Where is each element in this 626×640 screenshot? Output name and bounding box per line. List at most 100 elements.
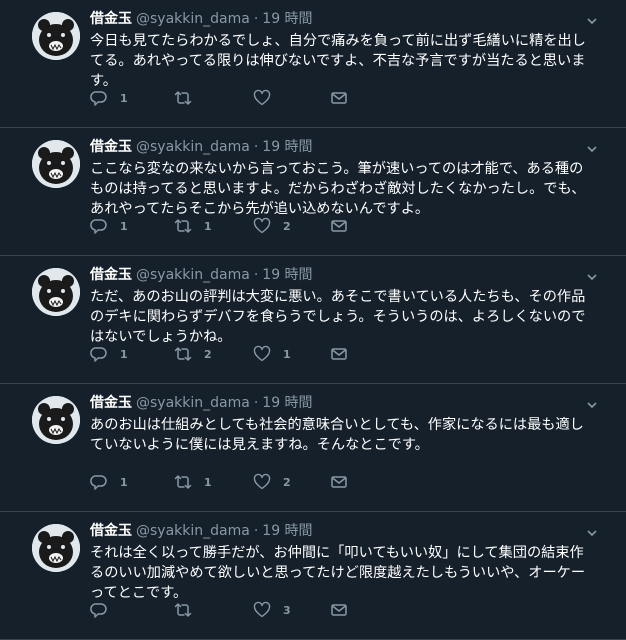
heart-icon [253, 601, 271, 618]
timestamp[interactable]: 19 時間 [262, 523, 312, 539]
tweet-content: 借金玉 @syakkin_dama · 19 時間 あのお山は仕組みとしても社会的意味… [90, 394, 595, 455]
tweet[interactable]: 借金玉 @syakkin_dama · 19 時間 ここなら変なの来ないから言っておこ… [0, 128, 626, 256]
reply-icon [90, 603, 107, 618]
reply-count: 1 [120, 91, 128, 105]
tweet-actions: 1 1 2 [90, 472, 390, 492]
like-count: 2 [283, 475, 291, 489]
separator-dot: · [253, 395, 259, 411]
timestamp[interactable]: 19 時間 [262, 11, 312, 27]
retweet-button[interactable] [174, 600, 204, 620]
like-button[interactable]: 3 [253, 600, 291, 620]
separator-dot: · [253, 267, 259, 283]
tweet-actions: 1 2 1 [90, 344, 390, 364]
dm-button[interactable] [330, 472, 348, 492]
reply-icon [90, 91, 107, 106]
tweet-text: ここなら変なの来ないから言っておこう。筆が速いってのは才能で、ある種のものは持っ… [90, 161, 586, 217]
like-count: 2 [283, 219, 291, 233]
envelope-icon [331, 92, 347, 104]
tweet[interactable]: 借金玉 @syakkin_dama · 19 時間 今日も見てたらわかるでしょ、自分で… [0, 0, 626, 128]
avatar[interactable] [32, 268, 80, 316]
retweet-button[interactable]: 1 [174, 472, 212, 492]
reply-button[interactable] [90, 600, 120, 620]
tweet-feed: 借金玉 @syakkin_dama · 19 時間 今日も見てたらわかるでしょ、自分で… [0, 0, 626, 640]
like-count: 3 [283, 603, 291, 617]
tweet-content: 借金玉 @syakkin_dama · 19 時間 ただ、あのお山の評判は大変に悪い。… [90, 266, 595, 347]
tweet-header: 借金玉 @syakkin_dama · 19 時間 [90, 522, 595, 540]
retweet-button[interactable]: 1 [174, 216, 212, 236]
tweet-actions: 1 1 2 [90, 216, 390, 236]
tweet-menu-caret[interactable] [586, 12, 598, 25]
tweet-text: それは全く以って勝手だが、お仲間に「叩いてもいい奴」にして集団の結束作るのいい加… [90, 545, 586, 601]
tweet[interactable]: 借金玉 @syakkin_dama · 19 時間 それは全く以って勝手だが、お仲間に… [0, 512, 626, 640]
like-button[interactable]: 2 [253, 216, 291, 236]
bear-avatar-icon [32, 140, 80, 188]
tweet-actions: 3 [90, 600, 390, 620]
author-handle[interactable]: @syakkin_dama [136, 267, 250, 283]
like-button[interactable]: 2 [253, 472, 291, 492]
tweet-menu-caret[interactable] [586, 396, 598, 409]
reply-icon [90, 219, 107, 234]
avatar[interactable] [32, 396, 80, 444]
author-handle[interactable]: @syakkin_dama [136, 11, 250, 27]
retweet-button[interactable]: 2 [174, 344, 212, 364]
tweet-header: 借金玉 @syakkin_dama · 19 時間 [90, 266, 595, 284]
reply-icon [90, 347, 107, 362]
timestamp[interactable]: 19 時間 [262, 267, 312, 283]
retweet-count: 2 [204, 347, 212, 361]
reply-count: 1 [120, 475, 128, 489]
author-name[interactable]: 借金玉 [90, 11, 132, 27]
retweet-icon [174, 347, 192, 361]
reply-button[interactable]: 1 [90, 472, 128, 492]
tweet-header: 借金玉 @syakkin_dama · 19 時間 [90, 10, 595, 28]
avatar[interactable] [32, 12, 80, 60]
tweet-menu-caret[interactable] [586, 524, 598, 537]
reply-icon [90, 475, 107, 490]
dm-button[interactable] [330, 88, 348, 108]
dm-button[interactable] [330, 600, 348, 620]
avatar[interactable] [32, 140, 80, 188]
bear-avatar-icon [32, 268, 80, 316]
separator-dot: · [253, 523, 259, 539]
dm-button[interactable] [330, 344, 348, 364]
retweet-icon [174, 219, 192, 233]
author-handle[interactable]: @syakkin_dama [136, 139, 250, 155]
reply-button[interactable]: 1 [90, 344, 128, 364]
reply-button[interactable]: 1 [90, 216, 128, 236]
chevron-down-icon [587, 146, 597, 153]
heart-icon [253, 217, 271, 234]
author-handle[interactable]: @syakkin_dama [136, 523, 250, 539]
tweet-text: ただ、あのお山の評判は大変に悪い。あそこで書いている人たちも、その作品のデキに関… [90, 289, 586, 345]
like-button[interactable] [253, 88, 283, 108]
author-name[interactable]: 借金玉 [90, 267, 132, 283]
bear-avatar-icon [32, 396, 80, 444]
avatar[interactable] [32, 524, 80, 572]
separator-dot: · [253, 11, 259, 27]
dm-button[interactable] [330, 216, 348, 236]
author-handle[interactable]: @syakkin_dama [136, 395, 250, 411]
author-name[interactable]: 借金玉 [90, 395, 132, 411]
like-button[interactable]: 1 [253, 344, 291, 364]
retweet-button[interactable] [174, 88, 204, 108]
author-name[interactable]: 借金玉 [90, 139, 132, 155]
envelope-icon [331, 220, 347, 232]
retweet-count: 1 [204, 219, 212, 233]
heart-icon [253, 89, 271, 106]
tweet-menu-caret[interactable] [586, 140, 598, 153]
reply-button[interactable]: 1 [90, 88, 128, 108]
tweet-header: 借金玉 @syakkin_dama · 19 時間 [90, 394, 595, 412]
tweet[interactable]: 借金玉 @syakkin_dama · 19 時間 あのお山は仕組みとしても社会的意味… [0, 384, 626, 512]
retweet-icon [174, 91, 192, 105]
retweet-icon [174, 603, 192, 617]
heart-icon [253, 473, 271, 490]
bear-avatar-icon [32, 524, 80, 572]
reply-count: 1 [120, 219, 128, 233]
tweet[interactable]: 借金玉 @syakkin_dama · 19 時間 ただ、あのお山の評判は大変に悪い。… [0, 256, 626, 384]
timestamp[interactable]: 19 時間 [262, 139, 312, 155]
author-name[interactable]: 借金玉 [90, 523, 132, 539]
tweet-text: 今日も見てたらわかるでしょ、自分で痛みを負って前に出ず毛繕いに精を出してる。あれ… [90, 33, 586, 89]
timestamp[interactable]: 19 時間 [262, 395, 312, 411]
tweet-menu-caret[interactable] [586, 268, 598, 281]
reply-count: 1 [120, 347, 128, 361]
retweet-icon [174, 475, 192, 489]
chevron-down-icon [587, 402, 597, 409]
